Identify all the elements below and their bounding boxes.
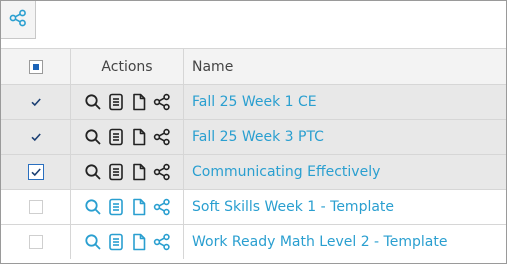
row-name-link[interactable]: Fall 25 Week 3 PTC (192, 129, 324, 145)
share-icon[interactable] (153, 163, 171, 181)
share-icon[interactable] (153, 128, 171, 146)
document-icon[interactable] (130, 163, 148, 181)
search-icon[interactable] (84, 163, 102, 181)
grid-panel: Actions Name Fall 25 Week 1 CE Fall 25 W… (0, 0, 507, 264)
table-row[interactable]: Soft Skills Week 1 - Template (1, 189, 506, 224)
share-icon[interactable] (153, 233, 171, 251)
row-name-link[interactable]: Work Ready Math Level 2 - Template (192, 234, 447, 250)
name-column-header: Name (192, 58, 234, 75)
row-checkbox[interactable] (27, 164, 44, 180)
row-name-link[interactable]: Soft Skills Week 1 - Template (192, 199, 394, 215)
report-icon[interactable] (107, 128, 125, 146)
row-actions (84, 163, 171, 181)
report-icon[interactable] (107, 163, 125, 181)
search-icon[interactable] (84, 128, 102, 146)
share-icon (9, 9, 27, 31)
toolbar (1, 1, 506, 47)
search-icon[interactable] (84, 93, 102, 111)
table-row[interactable]: Fall 25 Week 1 CE (1, 84, 506, 119)
search-icon[interactable] (84, 233, 102, 251)
row-name-link[interactable]: Communicating Effectively (192, 164, 380, 180)
document-icon[interactable] (130, 128, 148, 146)
row-name-link[interactable]: Fall 25 Week 1 CE (192, 94, 317, 110)
grid-header-row: Actions Name (1, 48, 506, 84)
report-icon[interactable] (107, 233, 125, 251)
row-checkbox[interactable] (28, 235, 43, 249)
table-row[interactable]: Communicating Effectively (1, 154, 506, 189)
row-checkbox[interactable] (29, 130, 43, 144)
select-all-checkbox[interactable] (28, 59, 43, 74)
share-icon[interactable] (153, 198, 171, 216)
share-icon[interactable] (153, 93, 171, 111)
document-icon[interactable] (130, 93, 148, 111)
row-actions (84, 128, 171, 146)
row-actions (84, 93, 171, 111)
share-button[interactable] (1, 1, 36, 39)
actions-column-header: Actions (101, 58, 153, 75)
data-grid: Actions Name Fall 25 Week 1 CE Fall 25 W… (1, 48, 506, 259)
table-row[interactable]: Work Ready Math Level 2 - Template (1, 224, 506, 259)
document-icon[interactable] (130, 198, 148, 216)
report-icon[interactable] (107, 93, 125, 111)
search-icon[interactable] (84, 198, 102, 216)
document-icon[interactable] (130, 233, 148, 251)
name-column-header-cell[interactable]: Name (184, 49, 506, 84)
row-checkbox[interactable] (29, 95, 43, 109)
table-row[interactable]: Fall 25 Week 3 PTC (1, 119, 506, 154)
row-actions (84, 198, 171, 216)
report-icon[interactable] (107, 198, 125, 216)
row-actions (84, 233, 171, 251)
row-checkbox[interactable] (28, 200, 43, 214)
